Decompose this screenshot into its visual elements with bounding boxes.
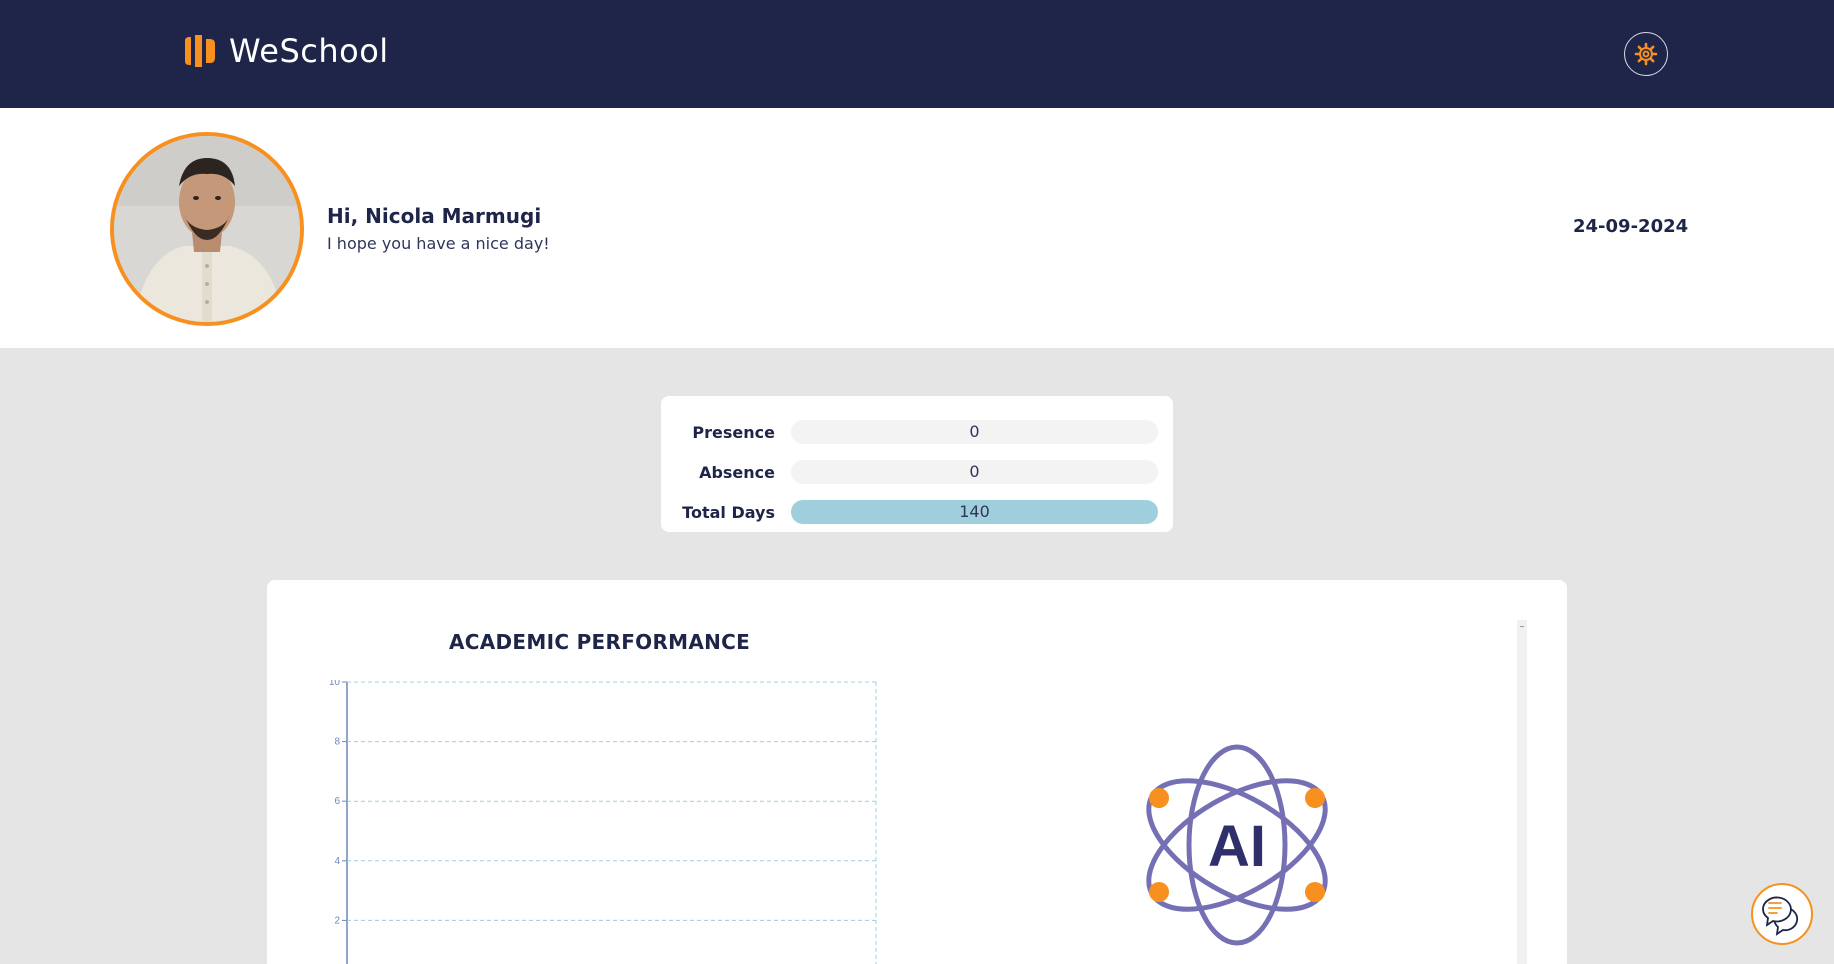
y-tick-label: 6 [334,796,340,807]
avatar[interactable] [110,132,304,326]
presence-bar: 0 [791,420,1158,444]
academic-performance-card: ACADEMIC PERFORMANCE 10 8 6 4 2 AI [267,580,1567,964]
user-avatar-photo [114,136,300,322]
ai-text: AI [1208,814,1266,879]
absence-bar: 0 [791,460,1158,484]
y-tick-label: 8 [334,737,340,748]
atom-electron [1305,882,1325,902]
total-days-label: Total Days [682,502,775,522]
attendance-card: Presence 0 Absence 0 Total Days 140 [661,396,1173,532]
attendance-row-absence: Absence 0 [661,452,1173,492]
profile-banner: Hi, Nicola Marmugi I hope you have a nic… [0,108,1834,348]
atom-electron [1305,788,1325,808]
y-tick-label: 4 [334,856,340,867]
greeting-title: Hi, Nicola Marmugi [327,204,542,228]
settings-button[interactable] [1624,32,1668,76]
weschool-logo-icon [185,35,215,67]
greeting-block: Hi, Nicola Marmugi I hope you have a nic… [327,204,550,253]
current-date: 24-09-2024 [1573,216,1689,237]
atom-electron [1149,788,1169,808]
y-tick-label: 10 [329,680,341,688]
gear-icon [1634,42,1658,66]
app-name: WeSchool [229,32,389,70]
panel-scrollbar[interactable] [1517,620,1527,964]
y-tick-label: 2 [334,915,340,926]
presence-label: Presence [692,422,775,442]
chat-button[interactable] [1751,883,1813,945]
chat-bubbles-icon [1762,896,1799,936]
total-days-bar: 140 [791,500,1158,524]
app-logo[interactable]: WeSchool [183,32,389,70]
absence-label: Absence [699,462,775,482]
atom-electron [1149,882,1169,902]
atom-ai-icon: AI [1146,744,1328,946]
attendance-row-total-days: Total Days 140 [661,492,1173,532]
performance-title: ACADEMIC PERFORMANCE [449,630,751,654]
attendance-row-presence: Presence 0 [661,412,1173,452]
greeting-subtitle: I hope you have a nice day! [327,234,550,253]
top-navbar: WeSchool [0,0,1834,108]
ai-assistant-logo[interactable]: AI [1137,740,1337,954]
performance-chart: 10 8 6 4 2 [329,680,877,964]
